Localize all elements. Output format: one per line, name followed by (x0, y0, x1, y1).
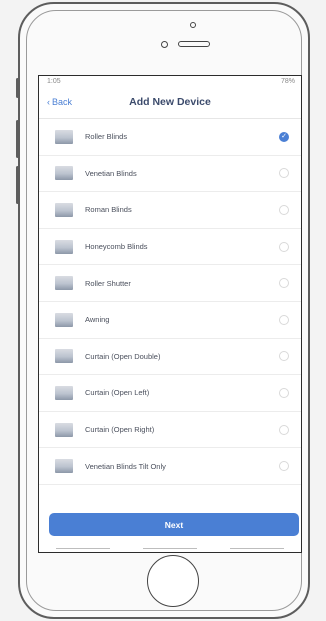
bottom-tab-bar (39, 544, 301, 552)
radio-circle-icon[interactable] (279, 168, 289, 179)
app-screen: 1:05 78% ‹ Back Add New Device Roller Bl… (38, 75, 302, 553)
mute-switch (16, 78, 19, 98)
device-label: Roller Shutter (85, 278, 131, 288)
device-row-awning[interactable]: Awning (39, 302, 301, 339)
radio-circle-icon[interactable] (279, 278, 289, 289)
front-camera (161, 41, 168, 48)
status-time: 1:05 (47, 78, 61, 85)
proximity-sensor (190, 22, 196, 28)
device-label: Curtain (Open Double) (85, 351, 161, 361)
page-title: Add New Device (129, 96, 211, 108)
tab-indicator (55, 548, 110, 549)
curtain-open-left-thumbnail (55, 385, 73, 400)
roller-blinds-thumbnail (55, 129, 73, 144)
device-row-curtain-open-left[interactable]: Curtain (Open Left) (39, 375, 301, 412)
device-row-curtain-open-double[interactable]: Curtain (Open Double) (39, 339, 301, 376)
venetian-blinds-thumbnail (55, 166, 73, 181)
roman-blinds-thumbnail (55, 202, 73, 217)
venetian-tilt-thumbnail (55, 459, 73, 474)
radio-circle-icon[interactable] (279, 314, 289, 325)
radio-circle-icon[interactable] (279, 461, 289, 472)
roller-shutter-thumbnail (55, 276, 73, 291)
device-row-venetian-blinds-tilt-only[interactable]: Venetian Blinds Tilt Only (39, 448, 301, 485)
earpiece-speaker (178, 41, 210, 47)
device-label: Awning (85, 315, 110, 325)
radio-circle-icon[interactable] (279, 204, 289, 215)
device-label: Roman Blinds (85, 205, 132, 215)
device-label: Roller Blinds (85, 132, 128, 142)
awning-thumbnail (55, 312, 73, 327)
tab-indicator (230, 548, 285, 549)
radio-circle-icon[interactable] (279, 241, 289, 252)
device-label: Honeycomb Blinds (85, 242, 148, 252)
device-row-roman-blinds[interactable]: Roman Blinds (39, 192, 301, 229)
curtain-open-double-thumbnail (55, 349, 73, 364)
device-label: Curtain (Open Right) (85, 425, 155, 435)
volume-up-button (16, 120, 19, 158)
tab-indicator (142, 548, 197, 549)
device-list: Roller Blinds ✓ Venetian Blinds Roman Bl… (39, 119, 301, 485)
device-row-curtain-open-right[interactable]: Curtain (Open Right) (39, 412, 301, 449)
next-button[interactable]: Next (49, 513, 299, 536)
check-circle-icon[interactable]: ✓ (279, 131, 289, 142)
device-row-roller-blinds[interactable]: Roller Blinds ✓ (39, 119, 301, 156)
radio-circle-icon[interactable] (279, 424, 289, 435)
status-battery: 78% (280, 78, 295, 85)
status-bar: 1:05 78% (39, 76, 301, 88)
nav-bar: ‹ Back Add New Device (39, 88, 301, 119)
curtain-open-right-thumbnail (55, 422, 73, 437)
device-row-honeycomb-blinds[interactable]: Honeycomb Blinds (39, 229, 301, 266)
device-label: Venetian Blinds Tilt Only (85, 461, 166, 471)
device-label: Curtain (Open Left) (85, 388, 150, 398)
device-row-venetian-blinds[interactable]: Venetian Blinds (39, 156, 301, 193)
device-row-roller-shutter[interactable]: Roller Shutter (39, 265, 301, 302)
radio-circle-icon[interactable] (279, 387, 289, 398)
radio-circle-icon[interactable] (279, 351, 289, 362)
device-label: Venetian Blinds (85, 168, 137, 178)
honeycomb-blinds-thumbnail (55, 239, 73, 254)
home-button[interactable] (147, 555, 199, 607)
volume-down-button (16, 166, 19, 204)
